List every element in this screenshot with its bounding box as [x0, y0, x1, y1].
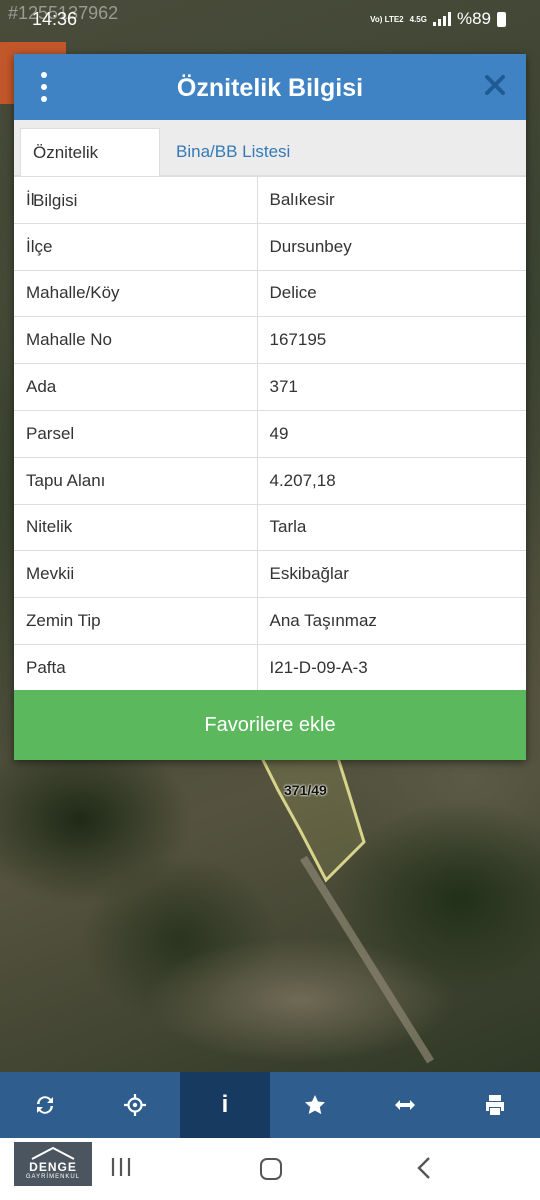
- row-value: 4.207,18: [257, 456, 526, 505]
- attribute-dialog: Öznitelik Bilgisi Öznitelik Bilgisi Bina…: [14, 54, 526, 760]
- table-row: Ada 371: [14, 363, 526, 411]
- table-row: Nitelik Tarla: [14, 503, 526, 551]
- logo-name: DENGE: [29, 1160, 77, 1174]
- row-value: Balıkesir: [257, 176, 526, 224]
- status-bar: #1255137962 14:36 Vo) LTE2 4.5G %89: [0, 0, 540, 38]
- print-icon: [486, 1095, 504, 1115]
- recent-apps-icon[interactable]: [110, 1156, 132, 1183]
- back-icon[interactable]: [416, 1156, 432, 1185]
- parcel-label: 371/49: [284, 782, 327, 798]
- close-icon[interactable]: [480, 70, 510, 100]
- row-value: Ana Taşınmaz: [257, 597, 526, 645]
- row-key: Nitelik: [14, 503, 258, 551]
- status-time: 14:36: [32, 9, 78, 29]
- toolbar-favorites[interactable]: [270, 1072, 360, 1138]
- table-row: Pafta I21-D-09-A-3: [14, 643, 526, 692]
- row-key: Mahalle No: [14, 316, 258, 364]
- info-icon: i: [221, 1091, 229, 1118]
- battery-text: %89: [456, 9, 491, 28]
- toolbar-info[interactable]: i: [180, 1072, 270, 1138]
- company-logo: DENGE GAYRİMENKUL: [14, 1142, 92, 1186]
- toolbar-measure[interactable]: [360, 1072, 450, 1138]
- row-value: Delice: [257, 269, 526, 317]
- table-row: Tapu Alanı 4.207,18: [14, 456, 526, 505]
- table-row: Zemin Tip Ana Taşınmaz: [14, 597, 526, 645]
- row-value: Dursunbey: [257, 222, 526, 271]
- row-key: Parsel: [14, 409, 258, 458]
- toolbar-print[interactable]: [450, 1072, 540, 1138]
- home-icon[interactable]: [260, 1158, 282, 1180]
- system-nav-bar: DENGE GAYRİMENKUL: [0, 1138, 540, 1200]
- battery-icon: [497, 11, 506, 27]
- row-value: 371: [257, 363, 526, 411]
- row-key: Ada: [14, 363, 258, 411]
- table-row: Mahalle No 167195: [14, 316, 526, 364]
- measure-icon: [395, 1100, 415, 1110]
- row-value: 49: [257, 409, 526, 458]
- attribute-table: İl Balıkesir İlçe Dursunbey Mahalle/Köy Del…: [14, 176, 526, 692]
- logo-subtitle: GAYRİMENKUL: [25, 1174, 81, 1180]
- tab-attribute-info[interactable]: Öznitelik Bilgisi: [20, 128, 160, 210]
- table-row: Mevkii Eskibağlar: [14, 550, 526, 598]
- dialog-title: Öznitelik Bilgisi: [176, 74, 364, 102]
- bottom-toolbar: i: [0, 1072, 540, 1138]
- table-row: İlçe Dursunbey: [14, 222, 526, 271]
- row-value: Eskibağlar: [257, 550, 526, 598]
- row-key: Mevkii: [14, 550, 258, 598]
- add-favorite-button[interactable]: Favorilere ekle: [14, 690, 526, 760]
- table-row: İl Balıkesir: [14, 176, 526, 224]
- network-type: 4.5G: [409, 14, 427, 24]
- table-row: Parsel 49: [14, 409, 526, 458]
- toolbar-locate[interactable]: [90, 1072, 180, 1138]
- row-key: Zemin Tip: [14, 597, 258, 645]
- row-key: Mahalle/Köy: [14, 269, 258, 317]
- locate-icon: [124, 1094, 146, 1116]
- row-value: Tarla: [257, 503, 526, 551]
- row-value: I21-D-09-A-3: [257, 643, 526, 692]
- toolbar-refresh[interactable]: [0, 1072, 90, 1138]
- row-key: Pafta: [14, 643, 258, 692]
- dialog-header: Öznitelik Bilgisi: [14, 54, 526, 120]
- row-key: Tapu Alanı: [14, 456, 258, 505]
- tab-building-list[interactable]: Bina/BB Listesi: [164, 128, 302, 176]
- row-value: 167195: [257, 316, 526, 364]
- network-label: Vo) LTE2: [370, 14, 404, 24]
- logo-roof-icon: [31, 1146, 75, 1160]
- refresh-icon: [37, 1096, 53, 1114]
- dialog-tabs: Öznitelik Bilgisi Bina/BB Listesi: [14, 120, 526, 210]
- signal-icon: [432, 12, 451, 26]
- row-key: İlçe: [14, 222, 258, 271]
- star-icon: [305, 1095, 325, 1115]
- table-row: Mahalle/Köy Delice: [14, 269, 526, 317]
